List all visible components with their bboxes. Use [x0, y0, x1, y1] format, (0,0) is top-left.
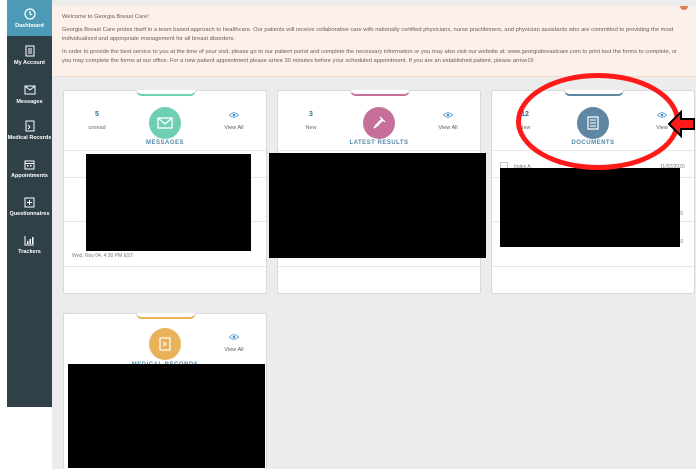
eye-icon[interactable]: [219, 334, 249, 340]
account-icon: [24, 45, 36, 57]
unread-count: 5: [95, 111, 99, 118]
flask-icon: [373, 116, 386, 129]
sidebar-item-label: My Account: [14, 60, 45, 66]
welcome-paragraph: In order to provide the best service to …: [62, 49, 678, 64]
card-tab: [350, 90, 410, 96]
view-all-link[interactable]: View All: [433, 125, 463, 131]
eye-icon[interactable]: [219, 112, 249, 118]
view-all-link[interactable]: View All: [219, 347, 249, 353]
sidebar-item-label: Trackers: [18, 249, 41, 255]
sidebar-item-appointments[interactable]: Appointments: [7, 158, 52, 179]
card-tab: [136, 90, 196, 96]
sidebar-item-messages[interactable]: Messages: [7, 84, 52, 105]
messages-circle: [149, 107, 181, 139]
divider: [278, 266, 480, 267]
redacted-region: [500, 168, 680, 247]
close-icon[interactable]: [680, 6, 688, 10]
new-results-count: 3: [309, 111, 313, 118]
messages-card[interactable]: 5 unread View All MESSAGES Wed, Nov 04, …: [63, 90, 267, 294]
annotation-ellipse: [516, 73, 680, 170]
envelope-icon: [157, 117, 173, 129]
unread-label: unread: [88, 125, 106, 131]
sidebar-item-questionnaires[interactable]: Questionnaires: [7, 196, 52, 217]
divider: [64, 150, 266, 151]
dashboard-main: Welcome to Georgia Breast Care! Georgia …: [52, 0, 696, 469]
sidebar-item-label: Dashboard: [15, 22, 44, 29]
welcome-greeting: Welcome to Georgia Breast Care!: [62, 14, 149, 20]
medical-records-circle: [149, 328, 181, 360]
divider: [492, 266, 694, 267]
new-results-label: New: [305, 125, 317, 131]
envelope-icon: [24, 84, 36, 96]
redacted-region: [68, 364, 265, 468]
calendar-icon: [24, 158, 36, 170]
results-circle: [363, 107, 395, 139]
redacted-region: [269, 153, 486, 258]
sidebar-item-medical-records[interactable]: Medical Records: [7, 120, 52, 141]
welcome-paragraph: Georgia Breast Care prides itself in a t…: [62, 27, 674, 42]
divider: [64, 266, 266, 267]
sidebar-item-my-account[interactable]: My Account: [7, 45, 52, 66]
chart-icon: [24, 234, 36, 246]
redacted-region: [86, 154, 251, 251]
latest-results-card[interactable]: 3 New View All LATEST RESULTS: [269, 90, 486, 294]
card-title: MESSAGES: [145, 140, 184, 146]
welcome-banner: Welcome to Georgia Breast Care! Georgia …: [52, 6, 696, 77]
eye-icon[interactable]: [433, 112, 463, 118]
sidebar-item-label: Questionnaires: [9, 211, 50, 217]
annotation-arrow-icon: [667, 109, 695, 139]
medical-records-card[interactable]: View All MEDICAL RECORDS: [63, 313, 267, 469]
dashboard-icon: [23, 7, 36, 20]
view-all-link[interactable]: View All: [219, 125, 249, 131]
medical-records-icon: [159, 337, 171, 351]
clipboard-icon: [24, 196, 36, 208]
sidebar-item-dashboard[interactable]: Dashboard: [7, 0, 52, 36]
medical-records-icon: [24, 120, 36, 132]
message-date: Wed, Nov 04, 4:30 PM EST: [72, 253, 134, 259]
divider: [278, 150, 480, 151]
card-title: LATEST RESULTS: [349, 140, 409, 146]
sidebar-item-label: Appointments: [11, 173, 48, 179]
sidebar-item-trackers[interactable]: Trackers: [7, 234, 52, 255]
card-tab: [136, 313, 196, 319]
sidebar-item-label: Medical Records: [7, 135, 52, 141]
sidebar-item-label: Messages: [16, 99, 43, 105]
sidebar-nav: Dashboard My Account Messages Medical Re…: [7, 0, 52, 407]
